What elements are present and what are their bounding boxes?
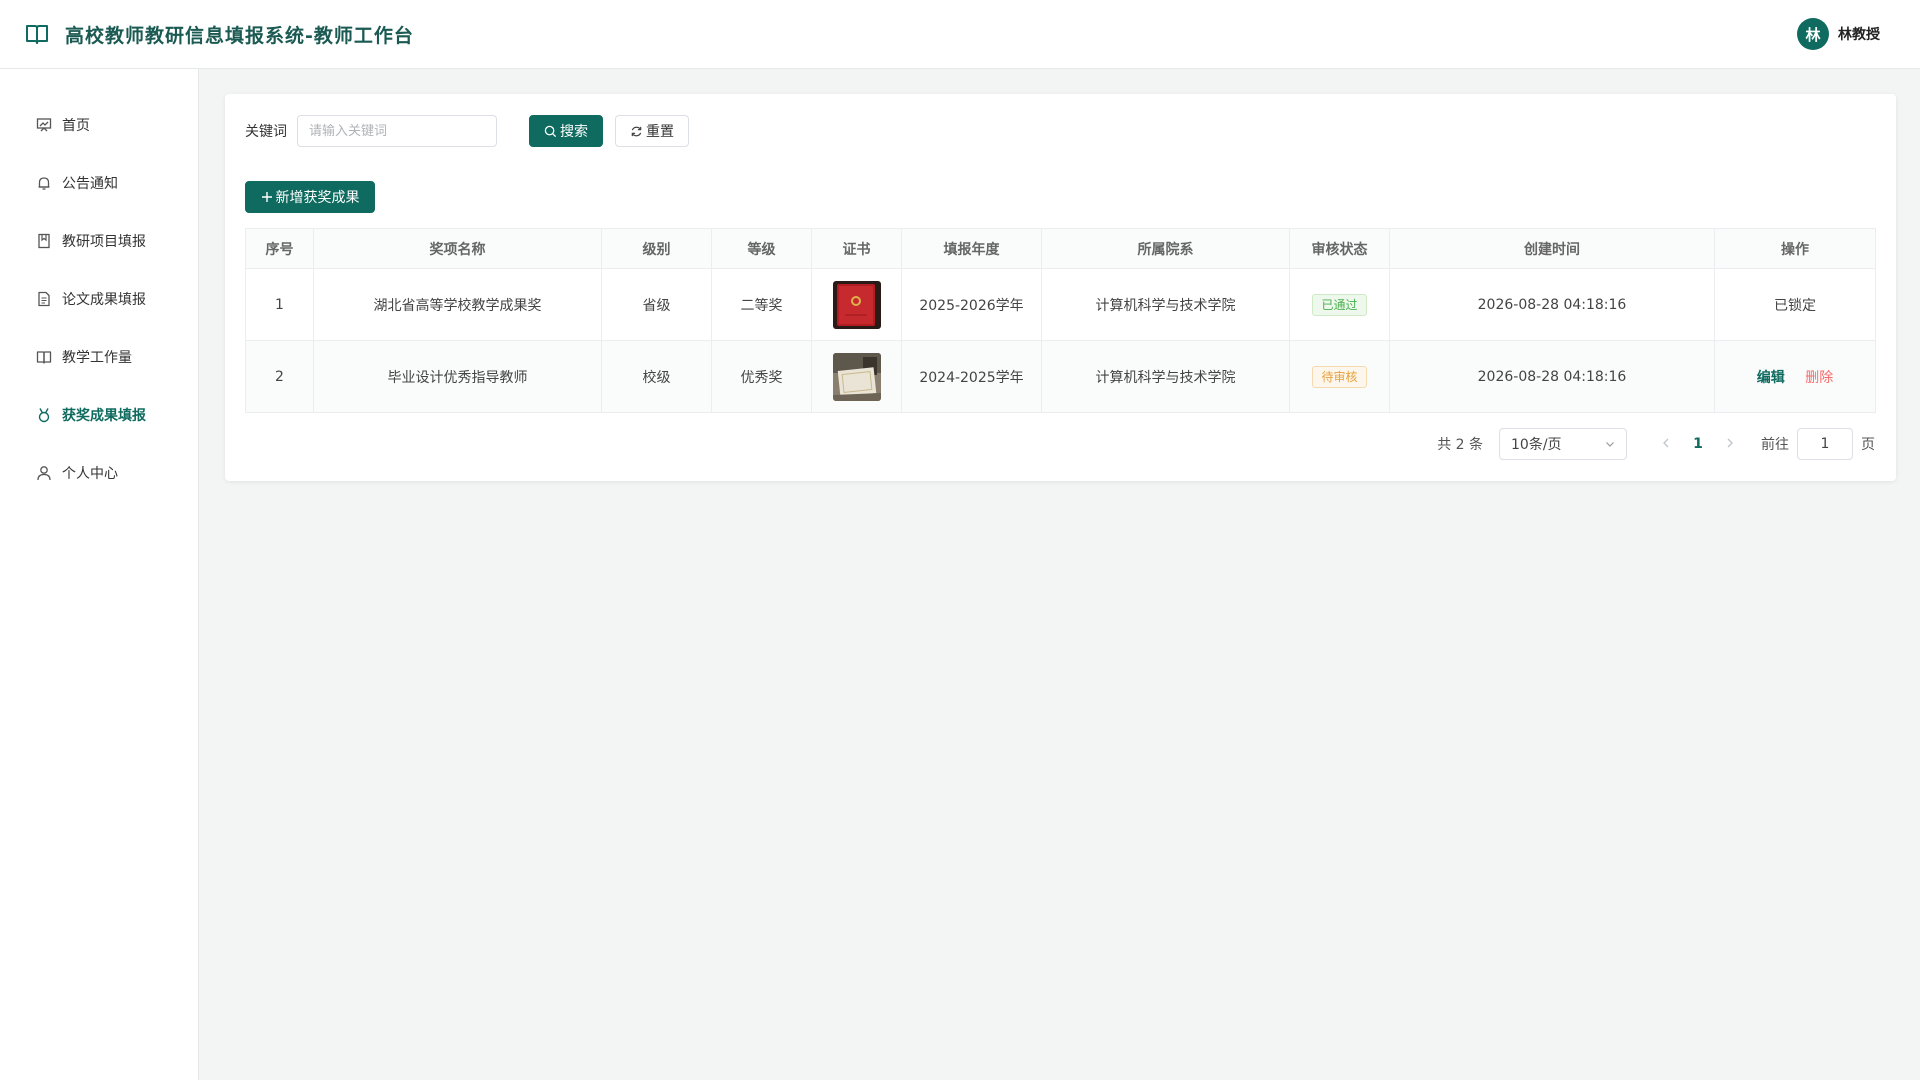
avatar[interactable]: 林 [1797, 18, 1829, 50]
search-form: 关键词 搜索 重置 [245, 115, 689, 147]
add-award-button-label: 新增获奖成果 [275, 190, 360, 206]
cell-certificate [811, 268, 902, 341]
sidebar-item-profile[interactable]: 个人中心 [0, 444, 198, 502]
sidebar-item-papers[interactable]: 论文成果填报 [0, 270, 198, 328]
column-header: 审核状态 [1289, 228, 1390, 269]
cell-level: 校级 [601, 340, 712, 413]
goto-page-input[interactable] [1797, 428, 1853, 460]
sidebar-item-label: 教学工作量 [62, 350, 132, 366]
sidebar-item-workload[interactable]: 教学工作量 [0, 328, 198, 386]
add-award-button[interactable]: 新增获奖成果 [245, 181, 375, 213]
search-icon [544, 125, 557, 137]
book-icon [36, 349, 52, 365]
sidebar-item-label: 获奖成果填报 [62, 408, 146, 424]
sidebar-item-label: 个人中心 [62, 466, 118, 482]
cell-index: 2 [245, 340, 314, 413]
refresh-icon [631, 126, 642, 136]
cell-department: 计算机科学与技术学院 [1041, 340, 1290, 413]
search-button-label: 搜索 [560, 124, 588, 140]
app-header: 高校教师教研信息填报系统-教师工作台 林 林教授 [0, 0, 1920, 69]
next-page-button[interactable] [1715, 436, 1745, 452]
certificate-thumbnail[interactable] [832, 352, 881, 401]
keyword-label: 关键词 [245, 124, 287, 140]
cell-created: 2026-08-28 04:18:16 [1389, 340, 1715, 413]
cell-department: 计算机科学与技术学院 [1041, 268, 1290, 341]
table-row: 2 毕业设计优秀指导教师 校级 优秀奖 2024-2025学年 计算机科学与技术… [245, 340, 1876, 413]
user-icon [36, 465, 52, 481]
column-header: 序号 [245, 228, 314, 269]
keyword-input[interactable] [297, 115, 497, 147]
sidebar-item-home[interactable]: 首页 [0, 96, 198, 154]
page-size-select[interactable]: 10条/页 [1499, 428, 1627, 460]
edit-link[interactable]: 编辑 [1757, 370, 1785, 386]
cell-award-name: 毕业设计优秀指导教师 [313, 340, 602, 413]
reset-button-label: 重置 [646, 124, 674, 140]
cell-created: 2026-08-28 04:18:16 [1389, 268, 1715, 341]
search-button[interactable]: 搜索 [529, 115, 603, 147]
cell-index: 1 [245, 268, 314, 341]
document-icon [36, 291, 52, 307]
medal-icon [36, 407, 52, 423]
cell-award-name: 湖北省高等学校教学成果奖 [313, 268, 602, 341]
chevron-left-icon [1663, 438, 1669, 448]
table-row: 1 湖北省高等学校教学成果奖 省级 二等奖 2025-2026学年 计算机科学与… [245, 268, 1876, 341]
cell-level: 省级 [601, 268, 712, 341]
sidebar-item-notices[interactable]: 公告通知 [0, 154, 198, 212]
status-badge: 已通过 [1312, 293, 1367, 316]
sidebar-item-awards[interactable]: 获奖成果填报 [0, 386, 198, 444]
chevron-right-icon [1727, 438, 1733, 448]
sidebar: 首页 公告通知 教研项目填报 论文成果填报 教学工作量 获奖成果填报 个人中心 [0, 69, 199, 1080]
column-header: 所属院系 [1041, 228, 1290, 269]
user-name[interactable]: 林教授 [1838, 24, 1880, 44]
sidebar-item-label: 教研项目填报 [62, 234, 146, 250]
goto-label: 前往 [1761, 437, 1789, 453]
column-header: 操作 [1714, 228, 1876, 269]
reset-button[interactable]: 重置 [615, 115, 689, 147]
cell-year: 2025-2026学年 [901, 268, 1042, 341]
sidebar-item-research-projects[interactable]: 教研项目填报 [0, 212, 198, 270]
pagination: 共 2 条 10条/页 1 前往 页 [1437, 428, 1875, 460]
goto-suffix: 页 [1861, 437, 1875, 453]
cell-grade: 二等奖 [711, 268, 812, 341]
page-number-current[interactable]: 1 [1681, 436, 1715, 452]
awards-table: 序号 奖项名称 级别 等级 证书 填报年度 所属院系 审核状态 创建时间 操作 … [245, 228, 1876, 413]
certificate-thumbnail[interactable] [832, 280, 881, 329]
cell-grade: 优秀奖 [711, 340, 812, 413]
column-header: 等级 [711, 228, 812, 269]
column-header: 创建时间 [1389, 228, 1715, 269]
total-count: 共 2 条 [1437, 437, 1483, 453]
chevron-down-icon [1606, 442, 1614, 447]
bell-icon [36, 175, 52, 191]
user-menu[interactable]: 林 林教授 [1797, 18, 1880, 50]
cell-status: 待审核 [1289, 340, 1390, 413]
cell-year: 2024-2025学年 [901, 340, 1042, 413]
column-header: 奖项名称 [313, 228, 602, 269]
prev-page-button[interactable] [1651, 436, 1681, 452]
sidebar-item-label: 公告通知 [62, 176, 118, 192]
column-header: 证书 [811, 228, 902, 269]
delete-link[interactable]: 删除 [1805, 370, 1833, 386]
open-book-icon [25, 22, 51, 46]
app-title: 高校教师教研信息填报系统-教师工作台 [65, 24, 414, 47]
sidebar-item-label: 论文成果填报 [62, 292, 146, 308]
cell-actions: 编辑 删除 [1714, 340, 1876, 413]
awards-card: 关键词 搜索 重置 新增获奖成果 序号 奖项名称 级别 等级 证书 填报年度 [225, 94, 1896, 481]
column-header: 填报年度 [901, 228, 1042, 269]
page-size-value: 10条/页 [1511, 437, 1562, 453]
sidebar-item-label: 首页 [62, 118, 90, 134]
cell-status: 已通过 [1289, 268, 1390, 341]
cell-actions: 已锁定 [1714, 268, 1876, 341]
cell-certificate [811, 340, 902, 413]
notebook-icon [36, 233, 52, 249]
dashboard-icon [36, 117, 52, 133]
plus-icon [261, 192, 272, 202]
status-badge: 待审核 [1312, 365, 1367, 388]
column-header: 级别 [601, 228, 712, 269]
table-header-row: 序号 奖项名称 级别 等级 证书 填报年度 所属院系 审核状态 创建时间 操作 [245, 228, 1876, 269]
